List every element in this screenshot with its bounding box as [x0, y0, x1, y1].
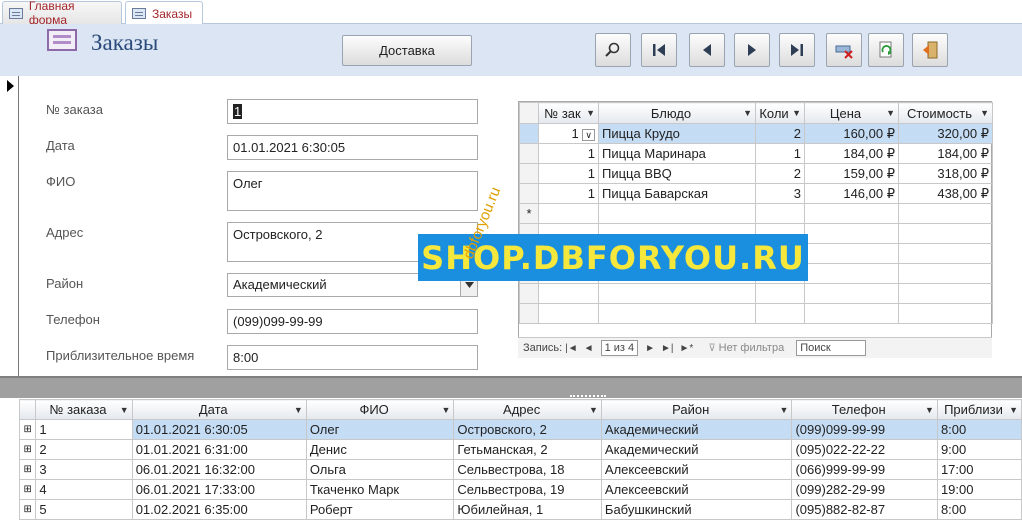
filter-icon: ⊽ [708, 342, 716, 354]
column-header[interactable]: Район ▼ [600, 399, 793, 420]
refresh-button[interactable] [868, 33, 904, 67]
district-value: Академический [233, 277, 327, 292]
access-window: Главная форма Заказы Заказы Доставка № з… [0, 0, 1022, 526]
table-row[interactable]: ⊞ 4 06.01.2021 17:33:00 Ткаченко Марк Се… [18, 479, 1022, 500]
tab-orders[interactable]: Заказы [125, 1, 203, 25]
table-row[interactable]: ⊞ 1 01.01.2021 6:30:05 Олег Островского,… [18, 419, 1022, 440]
order-number-field[interactable]: 1 [227, 99, 478, 124]
table-row[interactable]: 1 Пицца BBQ 2 159,00 ₽ 318,00 ₽ [519, 163, 993, 184]
tab-label: Заказы [152, 6, 193, 21]
table-row[interactable]: 1 ∨ Пицца Крудо 2 160,00 ₽ 320,00 ₽ [519, 123, 993, 144]
new-record-icon[interactable]: ►* [680, 343, 694, 354]
fio-label: ФИО [46, 174, 76, 189]
select-all-cell[interactable] [18, 399, 37, 420]
column-header[interactable]: Цена ▼ [804, 102, 899, 124]
new-record-icon: * [519, 203, 539, 224]
order-items-table: № зак ▼ Блюдо ▼ Коли ▼ Цена ▼ Стоимость ▼ 1 ∨… [519, 102, 993, 324]
expand-icon[interactable]: ⊞ [18, 479, 37, 500]
prev-record-icon [703, 44, 711, 56]
column-header[interactable]: Коли ▼ [755, 102, 805, 124]
column-header[interactable]: Блюдо ▼ [598, 102, 756, 124]
table-row[interactable]: 1 Пицца Баварская 3 146,00 ₽ 438,00 ₽ [519, 183, 993, 204]
prev-record-button[interactable] [689, 33, 725, 67]
splitter-grip-icon [570, 395, 606, 397]
next-record-icon[interactable]: ► [645, 343, 655, 354]
record-label: Запись: [523, 342, 563, 354]
last-record-icon [791, 44, 803, 56]
column-header[interactable]: Приблизи ▼ [936, 399, 1022, 420]
form-icon [132, 8, 146, 19]
prev-record-icon[interactable]: ◄ [584, 343, 594, 354]
phone-label: Телефон [46, 312, 100, 327]
last-record-icon[interactable]: ►| [661, 343, 674, 354]
column-header[interactable]: Стоимость ▼ [898, 102, 993, 124]
address-label: Адрес [46, 225, 84, 240]
form-header: Заказы Доставка [0, 24, 1022, 76]
form-icon [9, 7, 23, 19]
refresh-icon [879, 41, 892, 58]
district-label: Район [46, 276, 84, 291]
date-field[interactable]: 01.01.2021 6:30:05 [227, 135, 478, 160]
new-record-row[interactable]: * [519, 203, 993, 224]
column-header[interactable]: Адрес ▼ [453, 399, 602, 420]
delete-record-icon [835, 45, 853, 59]
page-title: Заказы [91, 30, 159, 55]
first-record-icon [653, 44, 665, 56]
delivery-button[interactable]: Доставка [342, 35, 472, 66]
close-form-icon [923, 41, 938, 59]
expand-icon[interactable]: ⊞ [18, 499, 37, 520]
record-navigation-bar: Запись: |◄ ◄ 1 из 4 ► ►| ►* ⊽ Нет фильтр… [518, 337, 992, 358]
first-record-button[interactable] [641, 33, 677, 67]
table-row[interactable]: ⊞ 2 01.01.2021 6:31:00 Денис Гетьманская… [18, 439, 1022, 460]
record-selector[interactable] [0, 76, 19, 376]
form-icon [47, 29, 77, 51]
next-record-button[interactable] [734, 33, 770, 67]
order-items-subform: № зак ▼ Блюдо ▼ Коли ▼ Цена ▼ Стоимость ▼ 1 ∨… [518, 101, 993, 358]
phone-field[interactable]: (099)099-99-99 [227, 309, 478, 334]
filter-status[interactable]: Нет фильтра [719, 342, 785, 354]
column-header[interactable]: Дата ▼ [131, 399, 307, 420]
approx-time-label: Приблизительное время [46, 348, 195, 363]
expand-icon[interactable]: ⊞ [18, 439, 37, 460]
tab-label: Главная форма [28, 0, 75, 27]
table-row[interactable]: 1 Пицца Маринара 1 184,00 ₽ 184,00 ₽ [519, 143, 993, 164]
delete-record-button[interactable] [826, 33, 862, 67]
table-row[interactable]: ⊞ 3 06.01.2021 16:32:00 Ольга Сельвестро… [18, 459, 1022, 480]
column-header[interactable]: № зак ▼ [538, 102, 599, 124]
expand-icon[interactable]: ⊞ [18, 419, 37, 440]
search-button[interactable] [595, 33, 631, 67]
select-all-cell[interactable] [519, 102, 539, 124]
column-header[interactable]: ФИО ▼ [305, 399, 455, 420]
split-form-divider[interactable] [0, 376, 1022, 398]
orders-datasheet: № заказа ▼ Дата ▼ ФИО ▼ Адрес ▼ Район ▼ Телеф… [18, 399, 1022, 520]
column-header[interactable]: Телефон ▼ [791, 399, 938, 420]
order-number-label: № заказа [46, 102, 103, 117]
last-record-button[interactable] [779, 33, 815, 67]
tab-main-form[interactable]: Главная форма [2, 0, 122, 27]
approx-time-field[interactable]: 8:00 [227, 345, 478, 370]
current-record-icon [7, 80, 14, 92]
table-row[interactable]: ⊞ 5 01.02.2021 6:35:00 Роберт Юбилейная,… [18, 499, 1022, 520]
next-record-icon [748, 44, 756, 56]
expand-icon[interactable]: ⊞ [18, 459, 37, 480]
search-input[interactable]: Поиск [796, 340, 867, 356]
record-position-field[interactable]: 1 из 4 [600, 340, 639, 356]
fio-field[interactable]: Олег [227, 171, 478, 211]
search-icon [605, 42, 620, 57]
date-label: Дата [46, 138, 75, 153]
column-header[interactable]: № заказа ▼ [35, 399, 133, 420]
document-tabs: Главная форма Заказы [0, 0, 1022, 27]
close-form-button[interactable] [912, 33, 948, 67]
first-record-icon[interactable]: |◄ [565, 343, 578, 354]
